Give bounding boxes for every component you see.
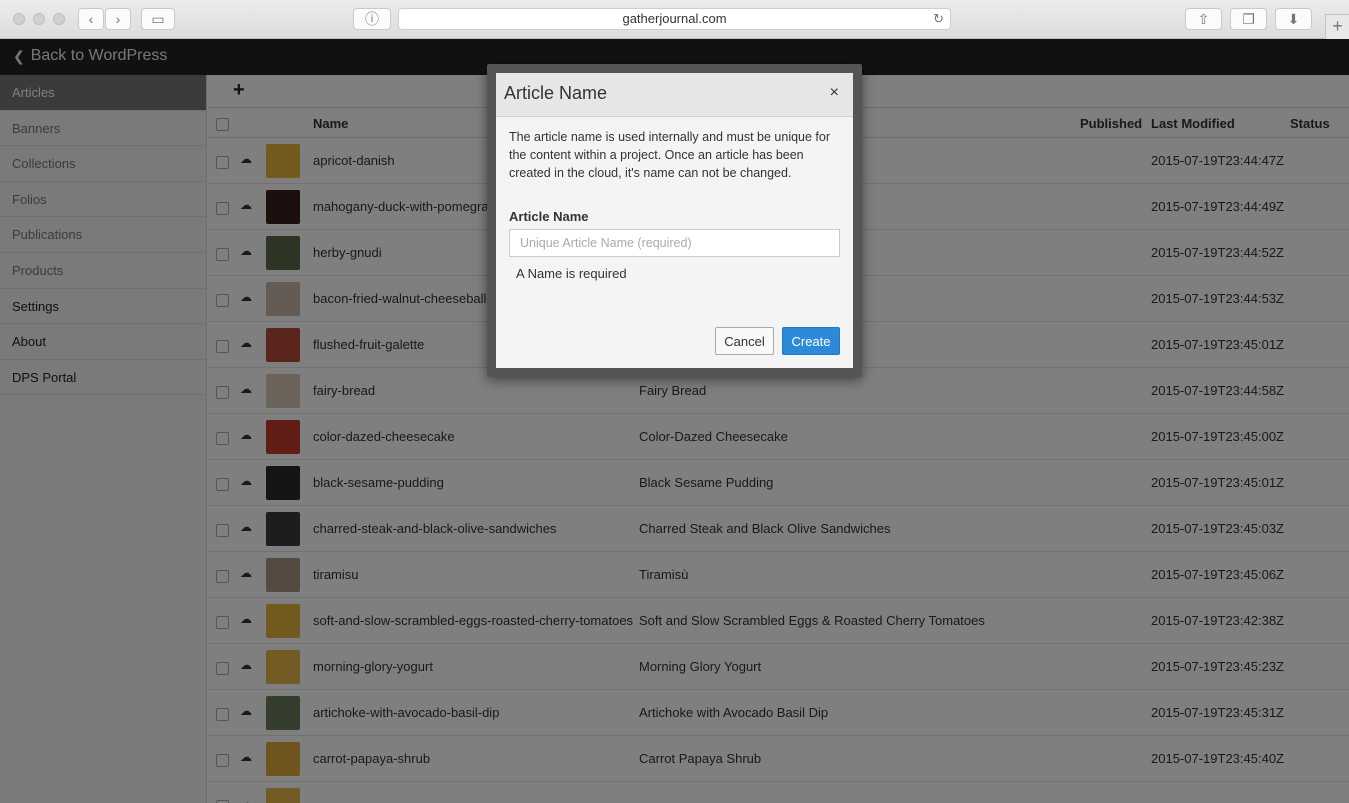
new-tab-button[interactable]: + xyxy=(1325,14,1349,39)
browser-forward-button[interactable]: › xyxy=(105,8,131,30)
create-button[interactable]: Create xyxy=(782,327,840,355)
article-name-input[interactable] xyxy=(509,229,840,257)
article-name-dialog: Article Name × The article name is used … xyxy=(496,73,853,368)
info-icon: ⓘ xyxy=(365,11,379,27)
browser-back-button[interactable]: ‹ xyxy=(78,8,104,30)
tabs-icon: ❐ xyxy=(1242,10,1255,27)
tabs-overview-button[interactable]: ❐ xyxy=(1230,8,1267,30)
download-icon: ⬇ xyxy=(1287,10,1300,27)
reload-icon[interactable]: ↻ xyxy=(933,9,944,29)
dialog-description: The article name is used internally and … xyxy=(509,130,831,180)
close-icon[interactable]: × xyxy=(830,84,839,102)
downloads-button[interactable]: ⬇ xyxy=(1275,8,1312,30)
chevron-left-icon: ‹ xyxy=(88,11,94,27)
sidebar-toggle-button[interactable]: ▭ xyxy=(141,8,175,30)
dialog-title: Article Name xyxy=(504,83,608,103)
privacy-button[interactable]: ⓘ xyxy=(353,8,391,30)
close-window-button[interactable] xyxy=(13,13,25,25)
validation-message: A Name is required xyxy=(516,266,627,281)
browser-toolbar: ‹ › ▭ ⓘ gatherjournal.com ↻ ⇧ ❐ ⬇ + xyxy=(0,0,1349,39)
minimize-window-button[interactable] xyxy=(33,13,45,25)
plus-icon: + xyxy=(1332,16,1343,36)
share-button[interactable]: ⇧ xyxy=(1185,8,1222,30)
address-bar[interactable]: gatherjournal.com ↻ xyxy=(398,8,951,30)
article-name-label: Article Name xyxy=(509,209,589,224)
dialog-header: Article Name × xyxy=(496,73,853,117)
cancel-button[interactable]: Cancel xyxy=(715,327,774,355)
chevron-right-icon: › xyxy=(115,11,121,27)
share-icon: ⇧ xyxy=(1197,10,1210,27)
sidebar-icon: ▭ xyxy=(151,10,165,27)
url-text: gatherjournal.com xyxy=(622,11,727,26)
zoom-window-button[interactable] xyxy=(53,13,65,25)
